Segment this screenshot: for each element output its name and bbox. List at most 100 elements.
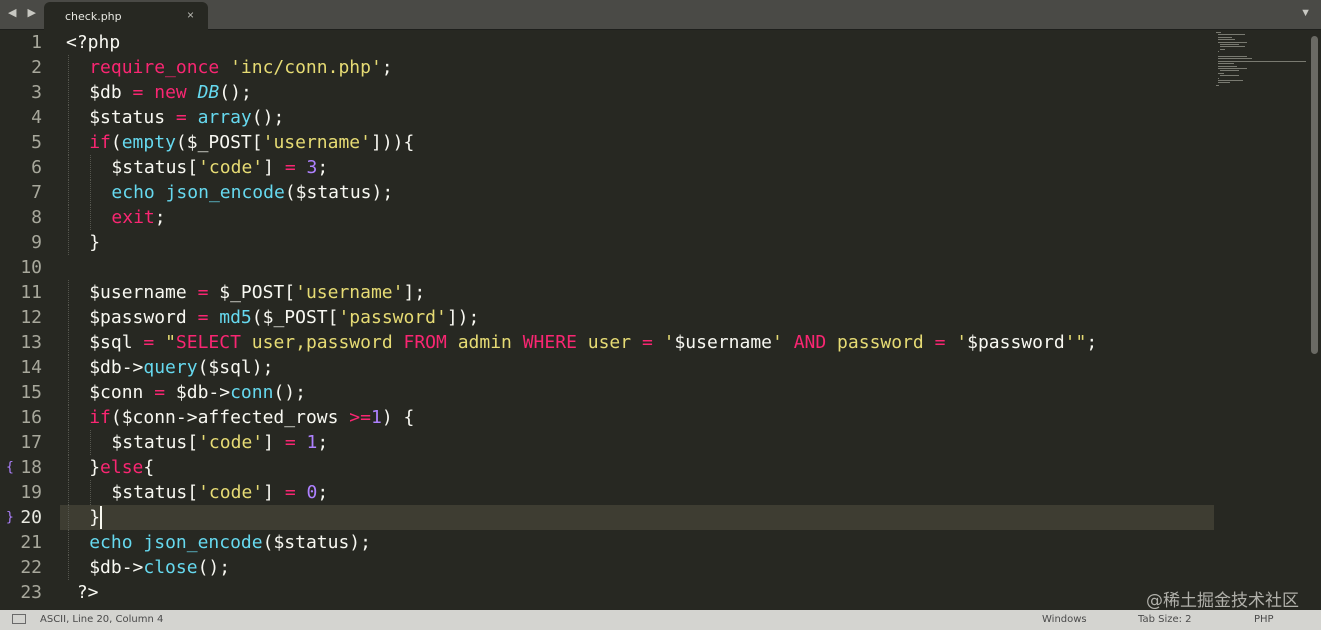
minimap-line bbox=[1216, 32, 1221, 33]
code-token: query bbox=[143, 357, 198, 378]
code-token: (); bbox=[251, 107, 285, 128]
code-line[interactable]: require_once 'inc/conn.php'; bbox=[89, 55, 392, 80]
line-number[interactable]: 14 bbox=[2, 355, 42, 380]
code-token: exit bbox=[111, 207, 155, 228]
minimap[interactable] bbox=[1214, 30, 1306, 110]
line-number[interactable]: 5 bbox=[2, 130, 42, 155]
code-line[interactable]: $status = array(); bbox=[89, 105, 284, 130]
fold-marker-icon[interactable]: { bbox=[6, 455, 14, 480]
code-token: (); bbox=[273, 382, 306, 403]
code-token: ($conn->affected_rows bbox=[110, 407, 350, 428]
code-line[interactable]: } bbox=[89, 230, 100, 255]
line-number[interactable]: 3 bbox=[2, 80, 42, 105]
panel-toggle-icon[interactable] bbox=[12, 614, 26, 624]
minimap-line bbox=[1218, 36, 1233, 38]
code-token: conn bbox=[230, 382, 274, 403]
code-token: $status[ bbox=[111, 432, 199, 453]
syntax-mode[interactable]: PHP bbox=[1254, 614, 1274, 625]
code-token: = bbox=[197, 282, 209, 303]
code-token: ] bbox=[263, 432, 285, 453]
line-number-gutter[interactable]: 1 2 3 4 5 6 7 8 9 10 11 12 13 14 15 16 17 18{19 20} 21 22 23 bbox=[0, 30, 60, 610]
code-line[interactable]: $db = new DB(); bbox=[89, 80, 252, 105]
code-line[interactable]: $db->close(); bbox=[89, 555, 230, 580]
line-number[interactable]: 13 bbox=[2, 330, 42, 355]
tab-label: check.php bbox=[65, 10, 122, 23]
code-line[interactable]: if(empty($_POST['username'])){ bbox=[89, 130, 414, 155]
code-token: 3 bbox=[306, 157, 318, 178]
minimap-line bbox=[1218, 51, 1219, 53]
fold-marker-icon[interactable]: } bbox=[6, 505, 14, 530]
line-number[interactable]: 16 bbox=[2, 405, 42, 430]
indent-guide bbox=[68, 155, 69, 180]
indent-guide bbox=[68, 505, 69, 530]
code-token: 'username' bbox=[295, 282, 404, 303]
code-line[interactable]: $password = md5($_POST['password']); bbox=[89, 305, 479, 330]
indent-guide bbox=[90, 180, 92, 205]
line-number[interactable]: 1 bbox=[2, 30, 42, 55]
code-area[interactable]: <?php require_once 'inc/conn.php'; $db = n… bbox=[66, 30, 1216, 610]
line-number[interactable]: 15 bbox=[2, 380, 42, 405]
close-icon[interactable]: × bbox=[187, 8, 194, 22]
line-number[interactable]: 7 bbox=[2, 180, 42, 205]
status-bar: ASCII, Line 20, Column 4 Windows Tab Siz… bbox=[0, 610, 1321, 630]
code-line[interactable]: } bbox=[89, 505, 100, 530]
code-token: json_encode bbox=[165, 182, 285, 203]
code-line[interactable]: $status['code'] = 1; bbox=[111, 430, 328, 455]
code-line[interactable]: $status['code'] = 3; bbox=[111, 155, 328, 180]
code-token: } bbox=[89, 457, 101, 478]
code-token: " bbox=[165, 332, 176, 353]
indent-guide bbox=[68, 380, 69, 405]
line-number[interactable]: 23 bbox=[2, 580, 42, 605]
code-line[interactable]: ?> bbox=[66, 580, 99, 605]
code-line[interactable]: echo json_encode($status); bbox=[89, 530, 371, 555]
code-line[interactable]: $db->query($sql); bbox=[89, 355, 273, 380]
indent-guide bbox=[68, 480, 69, 505]
line-number[interactable]: 8 bbox=[2, 205, 42, 230]
minimap-line bbox=[1218, 72, 1224, 74]
tab-size[interactable]: Tab Size: 2 bbox=[1138, 614, 1192, 625]
code-line[interactable]: if($conn->affected_rows >=1) { bbox=[89, 405, 414, 430]
code-editor[interactable]: 1 2 3 4 5 6 7 8 9 10 11 12 13 14 15 16 17 18{19 20} 21 22 23 … bbox=[0, 30, 1321, 610]
chevron-down-icon[interactable]: ▼ bbox=[1300, 7, 1311, 19]
indent-guide bbox=[68, 355, 69, 380]
tab-nav-arrows-icon[interactable]: ◀ ▶ bbox=[8, 6, 40, 19]
vertical-scrollbar[interactable] bbox=[1311, 36, 1318, 354]
line-number[interactable]: 12 bbox=[2, 305, 42, 330]
line-number[interactable]: 17 bbox=[2, 430, 42, 455]
code-token: $conn bbox=[89, 382, 155, 403]
code-token: ' bbox=[945, 332, 968, 353]
watermark: @稀土掘金技术社区 bbox=[1146, 591, 1299, 611]
line-number[interactable]: 19 bbox=[2, 480, 42, 505]
minimap-line bbox=[1218, 82, 1231, 84]
code-line[interactable]: $username = $_POST['username']; bbox=[89, 280, 425, 305]
code-token: 'password' bbox=[338, 307, 447, 328]
line-number[interactable]: 4 bbox=[2, 105, 42, 130]
code-line[interactable]: echo json_encode($status); bbox=[111, 180, 393, 205]
code-token: = bbox=[934, 332, 946, 353]
code-token: ' bbox=[652, 332, 675, 353]
line-number[interactable]: 6 bbox=[2, 155, 42, 180]
code-token: if bbox=[89, 407, 111, 428]
minimap-line bbox=[1220, 44, 1239, 45]
code-line[interactable]: exit; bbox=[111, 205, 165, 230]
line-number[interactable]: 11 bbox=[2, 280, 42, 305]
line-endings[interactable]: Windows bbox=[1042, 614, 1087, 625]
code-token: close bbox=[143, 557, 198, 578]
line-number[interactable]: 9 bbox=[2, 230, 42, 255]
code-token: ) { bbox=[381, 407, 415, 428]
code-line[interactable]: $sql = "SELECT user,password FROM admin … bbox=[89, 330, 1097, 355]
code-token: 'code' bbox=[198, 157, 264, 178]
line-number[interactable]: 22 bbox=[2, 555, 42, 580]
code-token: 'code' bbox=[198, 482, 264, 503]
tab-check-php[interactable]: check.php × bbox=[44, 2, 208, 30]
code-line[interactable]: }else{ bbox=[89, 455, 154, 480]
code-line[interactable]: $conn = $db->conn(); bbox=[89, 380, 306, 405]
line-number[interactable]: 2 bbox=[2, 55, 42, 80]
line-number[interactable]: 10 bbox=[2, 255, 42, 280]
code-line[interactable]: <?php bbox=[66, 30, 120, 55]
code-line[interactable]: $status['code'] = 0; bbox=[111, 480, 328, 505]
code-token: ])){ bbox=[370, 132, 415, 153]
line-number[interactable]: 21 bbox=[2, 530, 42, 555]
